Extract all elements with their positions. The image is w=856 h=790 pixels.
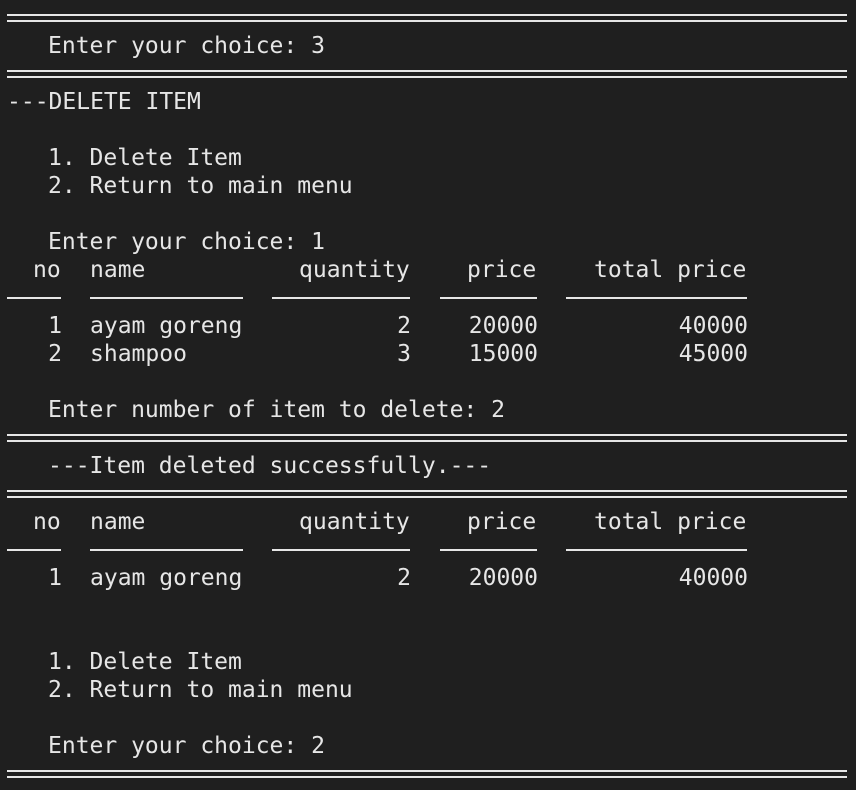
table-divider (272, 297, 410, 299)
table-divider (272, 549, 410, 551)
menu-item-delete: 1. Delete Item (48, 145, 242, 171)
table-header-quantity: quantity (299, 257, 410, 283)
separator-line (7, 424, 847, 452)
table-row-price: 20000 (468, 313, 538, 339)
separator-line (7, 4, 847, 32)
delete-prompt: Enter number of item to delete: 2 (48, 397, 505, 423)
table-header-total-price: total price (594, 257, 747, 283)
table-header-price: price (467, 257, 537, 283)
table-row-total-price: 45000 (678, 341, 748, 367)
menu-item-delete: 1. Delete Item (48, 649, 242, 675)
table-header-name: name (90, 509, 146, 535)
separator-line (7, 60, 847, 88)
choice-prompt-return: Enter your choice: 2 (48, 733, 325, 759)
section-title: ---DELETE ITEM (7, 89, 201, 115)
table-header-price: price (467, 509, 537, 535)
table-header-no: no (33, 509, 61, 535)
table-header-total-price: total price (594, 509, 747, 535)
table-row-quantity: 3 (397, 341, 411, 367)
table-divider (7, 549, 61, 551)
table-header-quantity: quantity (299, 509, 410, 535)
table-divider (440, 549, 537, 551)
table-row-quantity: 2 (397, 313, 411, 339)
table-divider (566, 297, 747, 299)
choice-prompt-delete-menu: Enter your choice: 1 (48, 229, 325, 255)
table-header-no: no (33, 257, 61, 283)
table-header-name: name (90, 257, 146, 283)
table-divider (90, 549, 243, 551)
separator-line (7, 760, 847, 788)
table-row-total-price: 40000 (678, 313, 748, 339)
menu-item-return: 2. Return to main menu (48, 677, 353, 703)
table-row-no: 1 (48, 565, 62, 591)
success-message: ---Item deleted successfully.--- (48, 453, 492, 479)
menu-item-return: 2. Return to main menu (48, 173, 353, 199)
choice-prompt-main: Enter your choice: 3 (48, 33, 325, 59)
table-row-name: shampoo (90, 341, 187, 367)
table-divider (440, 297, 537, 299)
table-row-name: ayam goreng (90, 313, 243, 339)
terminal-window: Enter your choice: 3 ---DELETE ITEM 1. D… (0, 0, 856, 790)
table-row-total-price: 40000 (678, 565, 748, 591)
table-row-quantity: 2 (397, 565, 411, 591)
table-divider (7, 297, 61, 299)
table-row-no: 1 (48, 313, 62, 339)
table-divider (566, 549, 747, 551)
separator-line (7, 480, 847, 508)
table-row-name: ayam goreng (90, 565, 243, 591)
table-divider (90, 297, 243, 299)
table-row-no: 2 (48, 341, 62, 367)
table-row-price: 20000 (468, 565, 538, 591)
table-row-price: 15000 (468, 341, 538, 367)
